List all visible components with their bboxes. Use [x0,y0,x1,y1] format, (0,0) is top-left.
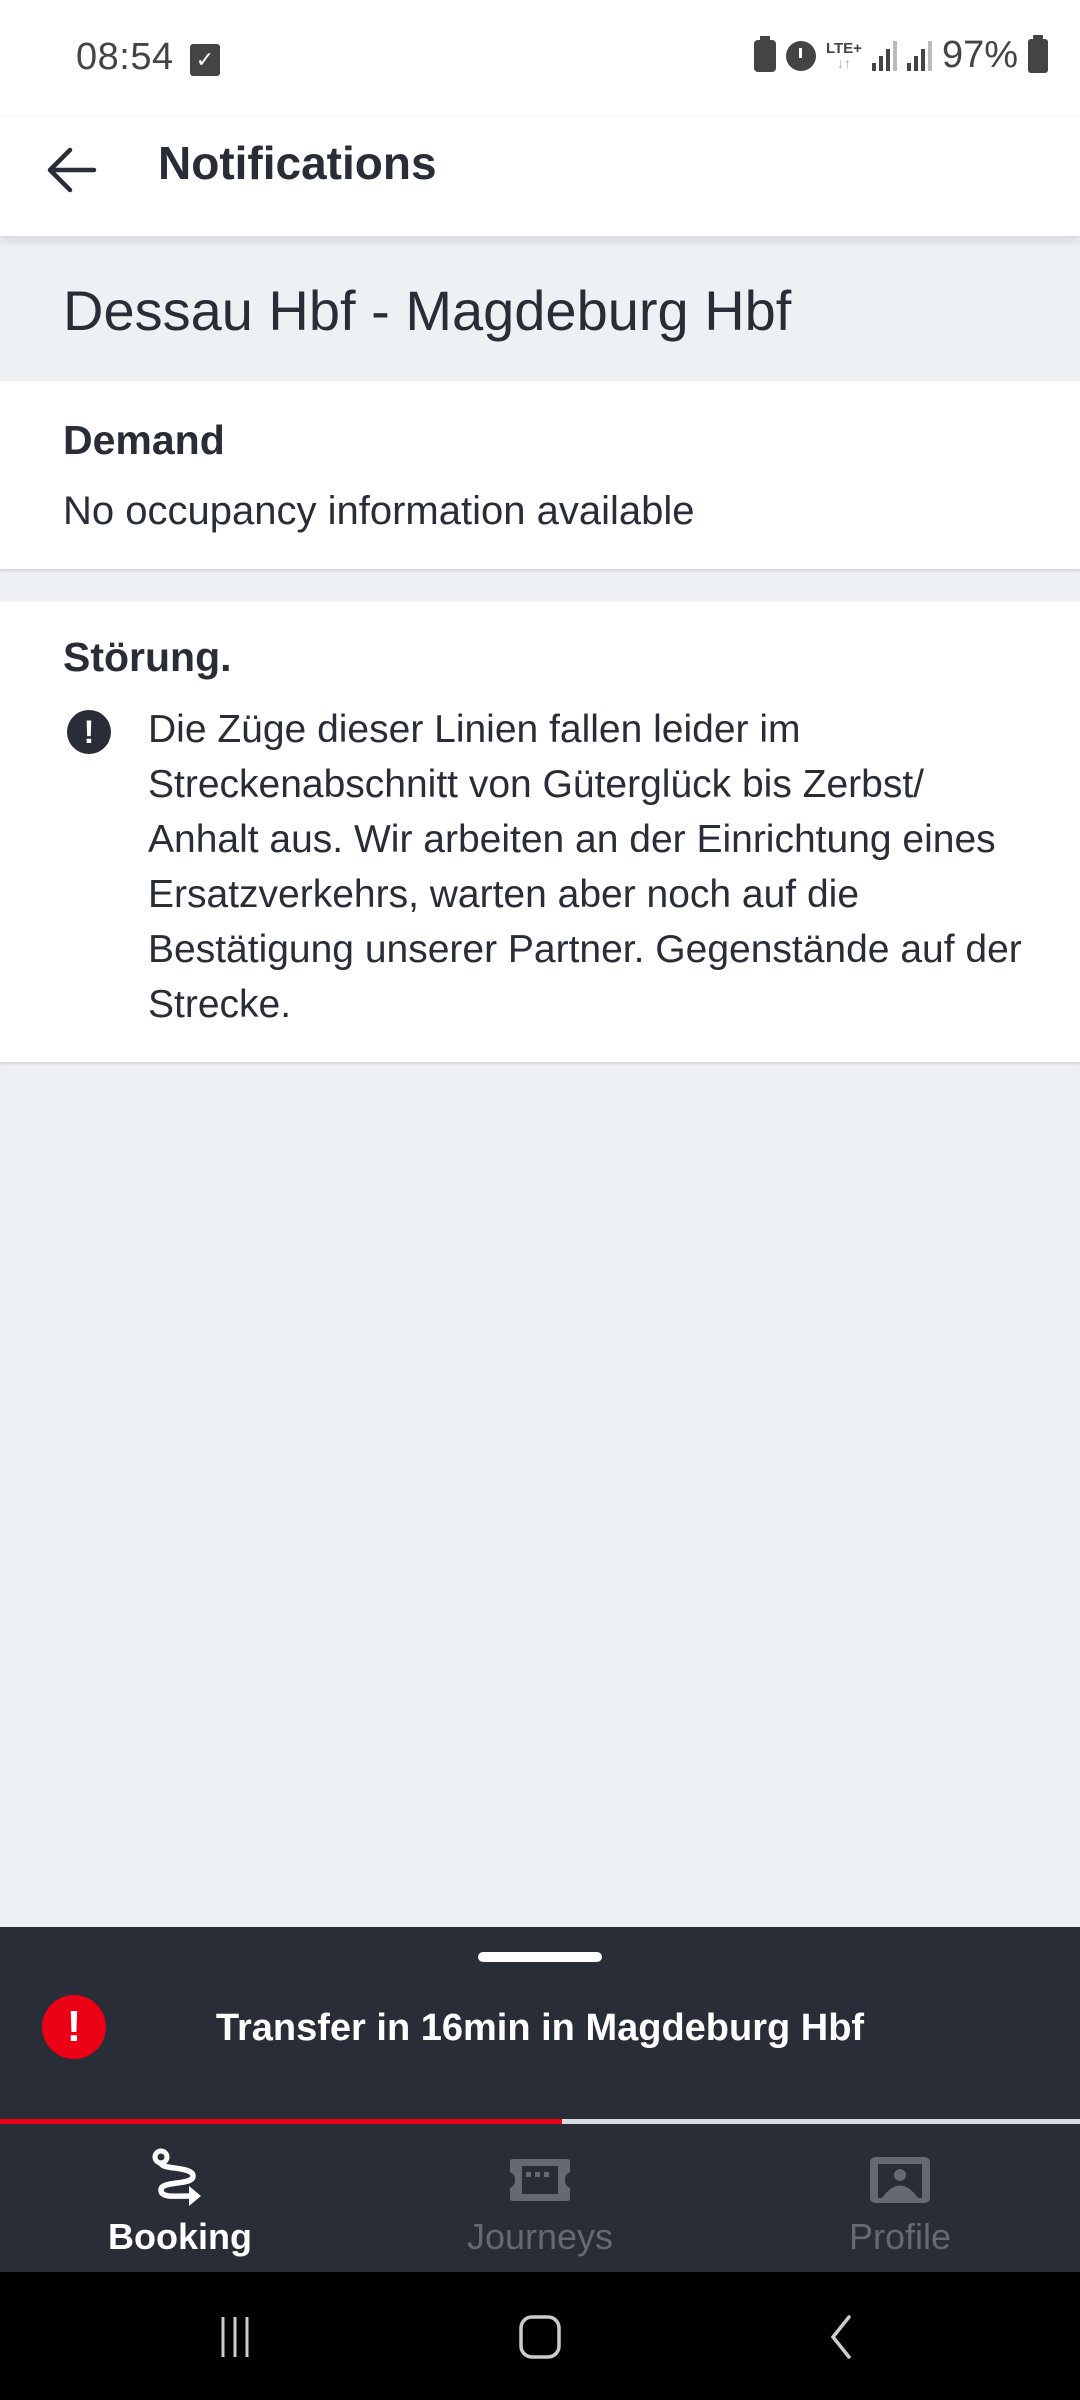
route-header: Dessau Hbf - Magdeburg Hbf [0,236,1080,381]
demand-card: Demand No occupancy information availabl… [0,381,1080,569]
task-check-icon: ✓ [190,44,220,76]
battery-icon [1028,34,1048,73]
route-title: Dessau Hbf - Magdeburg Hbf [63,279,792,342]
demand-title: Demand [63,417,225,463]
exclamation-circle-icon: ! [67,710,111,754]
network-label: LTE+ [825,39,862,57]
nav-item-journeys[interactable]: Journeys [360,2124,720,2272]
battery-saver-icon [753,35,776,72]
profile-icon [865,2148,935,2212]
bottom-navigation: Booking Journeys Profile [0,2124,1080,2272]
recent-apps-icon [221,2317,249,2357]
home-button[interactable] [500,2312,580,2362]
battery-percent: 97% [941,34,1018,76]
ticket-icon [505,2148,575,2212]
signal-icon [871,40,897,71]
disruption-title: Störung. [63,634,232,680]
nav-label: Booking [108,2216,252,2257]
back-button[interactable] [40,138,104,202]
arrow-left-icon [47,147,97,193]
lte-icon: LTE+ ↓↑ [825,39,862,71]
sheet-drag-handle[interactable] [478,1952,602,1962]
status-icons: LTE+ ↓↑ 97% [753,34,1048,77]
disruption-text: Die Züge dieser Linien fallen leider im … [148,708,1022,1026]
nav-label: Journeys [466,2216,614,2257]
back-icon [830,2315,851,2359]
nav-label: Profile [848,2216,952,2257]
screen: 08:54 ✓ LTE+ ↓↑ 97% Notifications Dessau … [0,0,1080,2400]
demand-text: No occupancy information available [63,489,695,533]
transfer-bottom-sheet[interactable]: ! Transfer in 16min in Magdeburg Hbf [0,1927,1080,2123]
nav-item-profile[interactable]: Profile [720,2124,1080,2272]
page-title: Notifications [158,137,437,189]
status-time: 08:54 [76,36,174,78]
app-bar: Notifications [0,118,1080,236]
signal-icon [906,40,932,71]
recent-apps-button[interactable] [200,2312,270,2362]
alarm-icon [785,40,816,71]
disruption-card: Störung. ! Die Züge dieser Linien fallen… [0,602,1080,1062]
route-icon [145,2148,215,2212]
transfer-text: Transfer in 16min in Magdeburg Hbf [215,2007,865,2049]
status-bar: 08:54 ✓ LTE+ ↓↑ 97% [0,0,1080,118]
system-back-button[interactable] [800,2312,880,2362]
nav-item-booking[interactable]: Booking [0,2124,360,2272]
home-icon [519,2315,561,2359]
system-navigation-bar [0,2272,1080,2400]
